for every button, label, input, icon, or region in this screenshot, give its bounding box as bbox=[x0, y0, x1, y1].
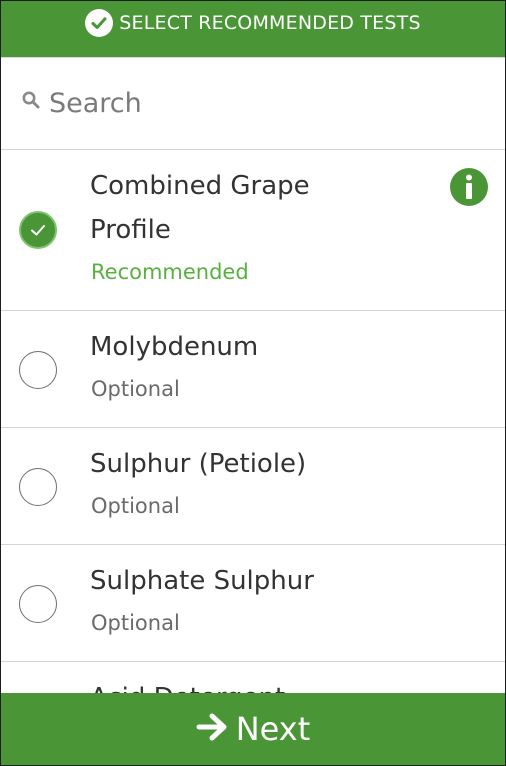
next-label: Next bbox=[235, 710, 311, 748]
test-name-line1: Combined Grape bbox=[90, 171, 310, 201]
test-status: Optional bbox=[91, 377, 180, 401]
check-circle-icon bbox=[85, 9, 114, 37]
radio-button[interactable] bbox=[19, 468, 57, 506]
test-status-recommended: Recommended bbox=[91, 260, 249, 284]
list-item[interactable]: Sulphur (Petiole) Optional bbox=[1, 428, 505, 545]
radio-button[interactable] bbox=[19, 585, 57, 623]
search-icon bbox=[21, 90, 41, 114]
list-item[interactable]: Combined Grape Profile Recommended bbox=[1, 150, 505, 311]
app-frame: SELECT RECOMMENDED TESTS Combined Grape … bbox=[0, 0, 506, 766]
search-bar[interactable] bbox=[1, 58, 505, 150]
test-name: Sulphate Sulphur bbox=[90, 566, 314, 596]
test-status: Optional bbox=[91, 611, 180, 635]
list-item[interactable]: Molybdenum Optional bbox=[1, 311, 505, 428]
test-name-line2: Profile bbox=[90, 215, 171, 245]
next-button[interactable]: Next bbox=[1, 693, 505, 765]
test-status: Optional bbox=[91, 494, 180, 518]
header-title: SELECT RECOMMENDED TESTS bbox=[119, 12, 421, 34]
radio-button[interactable] bbox=[19, 351, 57, 389]
test-name: Sulphur (Petiole) bbox=[90, 449, 307, 479]
header-bar: SELECT RECOMMENDED TESTS bbox=[1, 1, 505, 58]
selected-check-icon[interactable] bbox=[19, 211, 57, 249]
test-list: Combined Grape Profile Recommended Molyb… bbox=[1, 150, 505, 765]
test-name: Molybdenum bbox=[90, 332, 259, 362]
info-icon[interactable] bbox=[450, 168, 488, 206]
list-item[interactable]: Sulphate Sulphur Optional bbox=[1, 545, 505, 662]
arrow-right-icon bbox=[196, 712, 230, 746]
search-input[interactable] bbox=[49, 88, 469, 119]
